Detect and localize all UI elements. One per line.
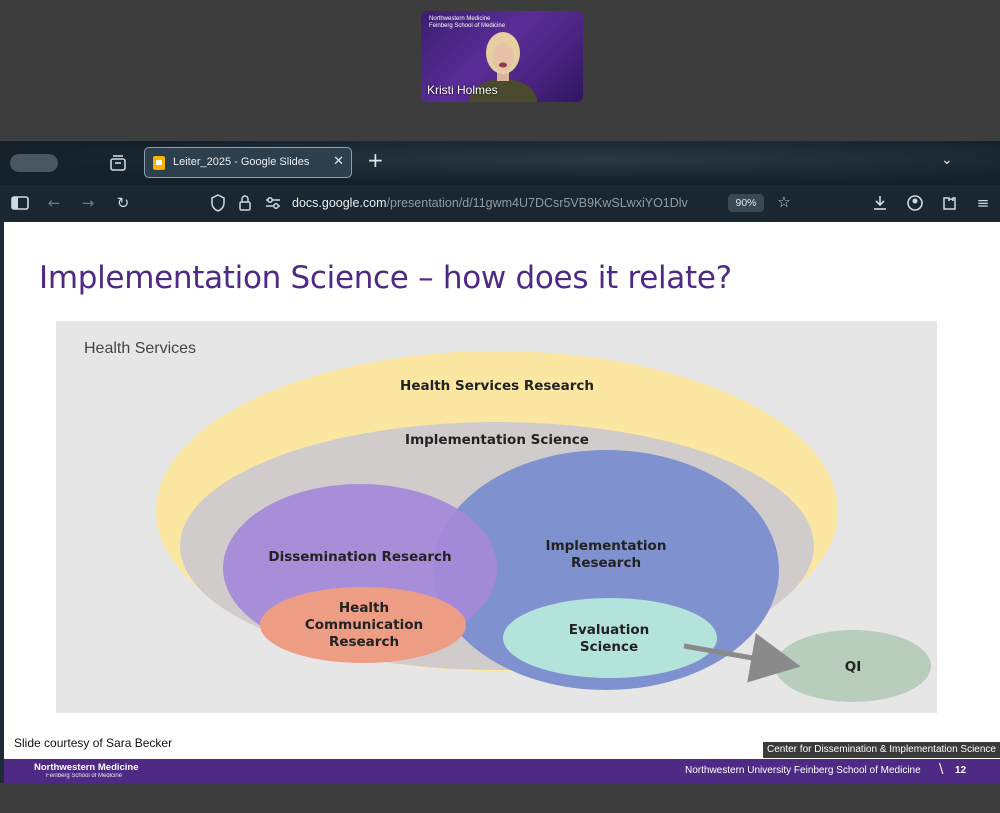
northwestern-logo: Northwestern Medicine Feinberg School of… (34, 762, 139, 779)
footer-separator: \ (939, 762, 944, 777)
footer-logo-text: Northwestern Medicine (34, 762, 139, 773)
tab-bar: Leiter_2025 - Google Slides ✕ + ⌄ (0, 141, 1000, 185)
tab-title: Leiter_2025 - Google Slides (173, 156, 310, 168)
url-path: /presentation/d/11gwm4U7DCsr5VB9KwSLwxiY… (386, 196, 688, 210)
back-icon[interactable]: ← (44, 194, 64, 212)
slide: Implementation Science – how does it rel… (4, 222, 1000, 783)
lock-icon[interactable] (238, 194, 252, 212)
tab-close-icon[interactable]: ✕ (333, 154, 344, 169)
account-icon[interactable] (905, 194, 925, 212)
download-icon[interactable] (870, 194, 890, 212)
slide-footer: Northwestern Medicine Feinberg School of… (4, 759, 1000, 783)
impl-research-label: Implementation Research (545, 538, 667, 571)
nav-toolbar: ← → ↻ docs.google.com/presentation/d/11g… (0, 185, 1000, 221)
dissemination-label: Dissemination Research (268, 549, 452, 565)
center-tag: Center for Dissemination & Implementatio… (763, 742, 1000, 758)
video-tile[interactable]: Northwestern Medicine Feinberg School of… (421, 11, 583, 102)
new-tab-icon[interactable]: + (367, 150, 384, 170)
tab-google-slides[interactable]: Leiter_2025 - Google Slides ✕ (144, 147, 352, 178)
forward-icon[interactable]: → (78, 194, 98, 212)
evaluation-label: Evaluation Science (568, 622, 650, 655)
extensions-icon[interactable] (939, 194, 959, 212)
sidebar-icon[interactable] (10, 194, 30, 212)
url-host: docs.google.com (292, 196, 387, 210)
footer-logo-sub: Feinberg School of Medicine (46, 773, 123, 779)
zoom-badge[interactable]: 90% (728, 194, 764, 212)
footer-school: Northwestern University Feinberg School … (685, 765, 921, 776)
star-icon[interactable]: ☆ (774, 193, 794, 211)
slides-favicon-icon (153, 156, 165, 170)
reload-icon[interactable]: ↻ (113, 194, 133, 212)
diagram-box: Health Services Health Services Research… (56, 321, 937, 713)
chevron-down-icon[interactable]: ⌄ (941, 152, 953, 168)
video-org-logo: Northwestern Medicine Feinberg School of… (429, 16, 505, 30)
browser-window: Leiter_2025 - Google Slides ✕ + ⌄ ← → ↻ (0, 141, 1000, 783)
hsr-label: Health Services Research (400, 378, 594, 394)
video-org-line1: Northwestern Medicine (429, 16, 491, 22)
url-bar[interactable]: docs.google.com/presentation/d/11gwm4U7D… (206, 189, 804, 217)
profile-pill[interactable] (10, 154, 58, 172)
impl-science-label: Implementation Science (405, 432, 589, 448)
tab-list-icon[interactable] (108, 153, 128, 173)
health-services-label: Health Services (84, 340, 197, 357)
shield-icon[interactable] (210, 194, 226, 212)
url-text[interactable]: docs.google.com/presentation/d/11gwm4U7D… (292, 196, 722, 210)
qi-label: QI (844, 659, 862, 675)
page-number: 12 (955, 765, 967, 776)
slide-courtesy: Slide courtesy of Sara Becker (14, 736, 173, 750)
permissions-icon[interactable] (264, 195, 282, 211)
slide-title: Implementation Science – how does it rel… (39, 260, 732, 296)
menu-icon[interactable]: ≡ (973, 194, 993, 212)
participant-name: Kristi Holmes (427, 83, 498, 97)
health-comm-label: Health Communication Research (304, 600, 424, 650)
